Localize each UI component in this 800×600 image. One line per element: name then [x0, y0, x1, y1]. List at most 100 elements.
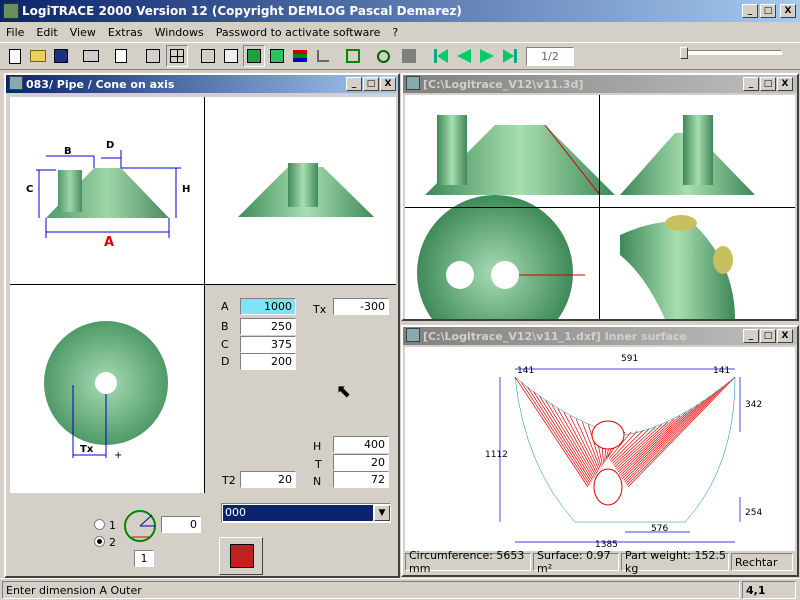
box-button[interactable] — [220, 45, 242, 67]
angle-icon — [124, 510, 156, 542]
page-indicator[interactable]: 1/2 — [526, 47, 574, 66]
solid-icon — [247, 49, 261, 63]
first-page-button[interactable] — [430, 45, 452, 67]
plus-label: + — [114, 450, 122, 461]
field-a[interactable]: 1000 — [240, 298, 296, 315]
tree-button[interactable] — [312, 45, 334, 67]
field-b[interactable]: 250 — [240, 318, 296, 335]
label-d: D — [221, 355, 230, 368]
window-icon — [406, 328, 420, 342]
slider-thumb[interactable] — [680, 47, 688, 59]
window-title: 083/ Pipe / Cone on axis — [26, 77, 175, 91]
status-message: Enter dimension A Outer — [2, 581, 740, 599]
new-button[interactable] — [4, 45, 26, 67]
win-minimize-button[interactable]: _ — [743, 329, 759, 343]
label-b: B — [221, 320, 229, 333]
layers-icon — [293, 50, 307, 62]
chevron-down-icon[interactable]: ▼ — [374, 505, 390, 521]
slider-track — [682, 50, 782, 55]
toolbar: 1/2 — [0, 42, 800, 70]
four-views-button[interactable] — [166, 45, 188, 67]
field-t[interactable]: 20 — [333, 454, 389, 471]
menu-windows[interactable]: Windows — [149, 26, 210, 39]
window-title-bar: [C:\Logitrace_V12\v11.3d] _ □ X — [403, 75, 797, 93]
field-tx[interactable]: -300 — [333, 298, 389, 315]
dxf-status-row: Circumference: 5653 mm Surface: 0.97 m² … — [405, 549, 795, 575]
draw-button[interactable] — [219, 537, 263, 575]
window-title-bar: [C:\Logitrace_V12\v11_1.dxf] Inner surfa… — [403, 327, 797, 345]
wireframe-button[interactable] — [197, 45, 219, 67]
field-c[interactable]: 375 — [240, 336, 296, 353]
label-tx: Tx — [313, 303, 327, 316]
field-d[interactable]: 200 — [240, 353, 296, 370]
print-button[interactable] — [80, 45, 102, 67]
next-icon — [480, 49, 494, 63]
app-icon[interactable] — [3, 3, 19, 19]
menu-extras[interactable]: Extras — [102, 26, 149, 39]
shaded-button[interactable] — [266, 45, 288, 67]
maximize-button[interactable]: □ — [760, 4, 776, 18]
frame-icon — [346, 49, 360, 63]
save-icon — [54, 49, 68, 63]
first-icon — [434, 49, 448, 63]
open-button[interactable] — [27, 45, 49, 67]
radio-1-label: 1 — [109, 519, 116, 532]
frame-button[interactable] — [342, 45, 364, 67]
menu-view[interactable]: View — [64, 26, 102, 39]
wireframe-icon — [201, 49, 215, 63]
copy-button[interactable] — [110, 45, 132, 67]
radio-2[interactable] — [94, 536, 105, 547]
win-minimize-button[interactable]: _ — [743, 77, 759, 91]
menu-file[interactable]: File — [0, 26, 30, 39]
label-t: T — [315, 458, 322, 471]
menu-help[interactable]: ? — [386, 26, 404, 39]
tx-dim-label: Tx — [80, 444, 94, 455]
label-a: A — [221, 300, 229, 313]
dim-591: 591 — [621, 354, 638, 364]
menu-password[interactable]: Password to activate software — [210, 26, 387, 39]
win-close-button[interactable]: X — [380, 77, 396, 91]
open-icon — [30, 50, 46, 62]
label-c: C — [221, 338, 229, 351]
save-button[interactable] — [50, 45, 72, 67]
gray-icon — [402, 49, 416, 63]
win-minimize-button[interactable]: _ — [346, 77, 362, 91]
new-icon — [9, 48, 21, 64]
gray-button[interactable] — [398, 45, 420, 67]
status-coords: 4,1 — [742, 581, 796, 599]
field-t2[interactable]: 20 — [240, 471, 296, 488]
dimension-diagram: A B C D H — [26, 140, 190, 250]
window-icon — [9, 76, 23, 90]
shaded-icon — [270, 49, 284, 63]
layers-button[interactable] — [289, 45, 311, 67]
count-field[interactable]: 1 — [134, 550, 154, 567]
zoom-slider[interactable] — [680, 47, 784, 67]
dim-254: 254 — [745, 508, 762, 518]
minimize-button[interactable]: _ — [742, 4, 758, 18]
curve-icon — [376, 49, 390, 63]
win-maximize-button[interactable]: □ — [363, 77, 379, 91]
radio-2-label: 2 — [109, 536, 116, 549]
dim-141-left: 141 — [517, 366, 534, 376]
curve-button[interactable] — [372, 45, 394, 67]
last-page-button[interactable] — [499, 45, 521, 67]
angle-field[interactable]: 0 — [161, 516, 201, 533]
win-maximize-button[interactable]: □ — [760, 77, 776, 91]
dim-label-d: D — [106, 140, 114, 151]
dim-576: 576 — [651, 524, 668, 534]
menu-edit[interactable]: Edit — [30, 26, 63, 39]
win-close-button[interactable]: X — [777, 329, 793, 343]
solid-button[interactable] — [243, 45, 265, 67]
win-close-button[interactable]: X — [777, 77, 793, 91]
field-h[interactable]: 400 — [333, 436, 389, 453]
next-page-button[interactable] — [476, 45, 498, 67]
win-maximize-button[interactable]: □ — [760, 329, 776, 343]
radio-1[interactable] — [94, 519, 105, 530]
app-title: LogiTRACE 2000 Version 12 (Copyright DEM… — [22, 4, 462, 18]
flat-pattern-drawing: 141 591 141 342 1112 254 576 1385 — [405, 347, 795, 551]
field-n[interactable]: 72 — [333, 471, 389, 488]
single-view-button[interactable] — [142, 45, 164, 67]
close-button[interactable]: X — [780, 4, 796, 18]
combo-box[interactable]: 000 ▼ — [221, 503, 391, 523]
prev-page-button[interactable] — [453, 45, 475, 67]
